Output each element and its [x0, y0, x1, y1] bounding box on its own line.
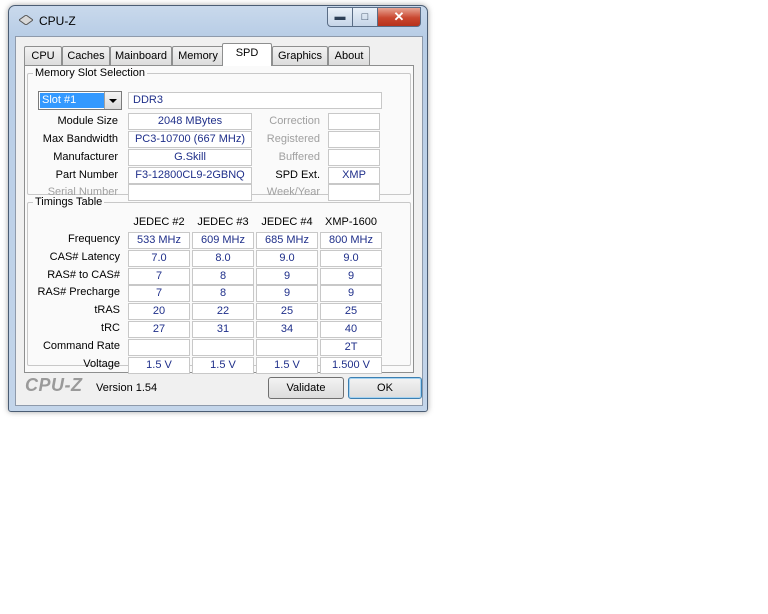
timings-cell: 9.0	[256, 249, 318, 267]
timings-cell: 1.500 V	[320, 356, 382, 374]
timings-cell: 609 MHz	[192, 232, 254, 249]
timings-cell	[192, 338, 254, 356]
maximize-icon: □	[361, 11, 369, 23]
timings-column-header: JEDEC #4	[261, 216, 313, 228]
max-bandwidth-value: PC3-10700 (667 MHz)	[128, 131, 252, 148]
timings-row-label: RAS# Precharge	[37, 286, 120, 299]
memory-type-value: DDR3	[128, 92, 382, 109]
memory-slot-group: Memory Slot Selection Slot #1 DDR3 Modul…	[27, 67, 411, 201]
timings-cell: 9.0	[320, 249, 382, 267]
version-label: Version 1.54	[96, 382, 158, 394]
timings-cell: 2T	[320, 338, 382, 356]
tab-about[interactable]: About	[328, 46, 370, 65]
timings-row-label: RAS# to CAS#	[47, 268, 120, 281]
max-bandwidth-label: Max Bandwidth	[42, 133, 118, 145]
close-button[interactable]: ✕	[378, 7, 421, 27]
timings-cell: 1.5 V	[256, 356, 318, 374]
timings-row-label: CAS# Latency	[49, 250, 120, 263]
registered-value	[328, 131, 380, 148]
timings-cell: 8	[192, 285, 254, 303]
timings-row-label: Frequency	[68, 233, 120, 245]
manufacturer-value: G.Skill	[128, 149, 252, 166]
correction-label: Correction	[269, 115, 320, 127]
timings-row-label: Voltage	[83, 357, 120, 370]
timings-cell: 25	[256, 303, 318, 321]
timings-cell	[128, 338, 190, 356]
module-size-value: 2048 MBytes	[128, 113, 252, 130]
timings-cell: 7.0	[128, 249, 190, 267]
part-number-value: F3-12800CL9-2GBNQ	[128, 167, 252, 184]
tab-cpu[interactable]: CPU	[24, 46, 62, 65]
client-area: CPU Caches Mainboard Memory SPD Graphics…	[15, 36, 423, 406]
timings-cell: 9	[320, 267, 382, 285]
timings-cell: 34	[256, 321, 318, 338]
module-size-label: Module Size	[57, 115, 118, 127]
correction-value	[328, 113, 380, 130]
timings-cell	[256, 338, 318, 356]
tab-spd[interactable]: SPD	[222, 43, 272, 66]
caption-buttons: ▬ □ ✕	[327, 7, 421, 27]
slot-select-value: Slot #1	[40, 93, 104, 108]
timings-cell: 22	[192, 303, 254, 321]
validate-button[interactable]: Validate	[268, 377, 344, 399]
slot-select[interactable]: Slot #1	[38, 91, 122, 110]
cpuz-window: CPU-Z ▬ □ ✕ CPU Caches Mainboard Memory …	[8, 5, 428, 412]
timings-cell: 20	[128, 303, 190, 321]
timings-cell: 31	[192, 321, 254, 338]
timings-cell: 8.0	[192, 249, 254, 267]
timings-cell: 27	[128, 321, 190, 338]
maximize-button[interactable]: □	[353, 7, 378, 27]
timings-cell: 1.5 V	[128, 356, 190, 374]
timings-cell: 9	[256, 267, 318, 285]
close-icon: ✕	[393, 9, 405, 24]
timings-row-label: Command Rate	[42, 339, 120, 352]
memory-slot-legend: Memory Slot Selection	[35, 67, 146, 79]
timings-cell: 9	[320, 285, 382, 303]
cpuz-logo: CPU-Z	[25, 375, 83, 395]
buffered-value	[328, 149, 380, 166]
spd-ext-label: SPD Ext.	[275, 169, 320, 181]
timings-column-header: JEDEC #3	[197, 216, 249, 228]
ok-button[interactable]: OK	[348, 377, 422, 399]
timings-cell: 9	[256, 285, 318, 303]
timings-row-label: tRC	[101, 322, 120, 334]
part-number-label: Part Number	[55, 169, 118, 181]
timings-cell: 8	[192, 267, 254, 285]
tab-mainboard[interactable]: Mainboard	[110, 46, 172, 65]
registered-label: Registered	[266, 133, 320, 145]
timings-column-header: XMP-1600	[325, 216, 377, 228]
timings-cell: 800 MHz	[320, 232, 382, 249]
timings-cell: 1.5 V	[192, 356, 254, 374]
timings-group: Timings Table JEDEC #2 JEDEC #3 JEDEC #4 XM…	[27, 196, 411, 374]
dropdown-arrow-icon[interactable]	[104, 92, 121, 109]
buffered-label: Buffered	[278, 151, 320, 163]
timings-column-header: JEDEC #2	[133, 216, 185, 228]
tab-caches[interactable]: Caches	[62, 46, 110, 65]
timings-cell: 533 MHz	[128, 232, 190, 249]
timings-row-label: tRAS	[94, 304, 120, 317]
timings-cell: 7	[128, 285, 190, 303]
spd-panel: Memory Slot Selection Slot #1 DDR3 Modul…	[24, 65, 414, 374]
timings-cell: 7	[128, 267, 190, 285]
timings-legend: Timings Table	[35, 196, 103, 208]
timings-cell: 685 MHz	[256, 232, 318, 249]
timings-cell: 25	[320, 303, 382, 321]
tab-memory[interactable]: Memory	[172, 46, 224, 65]
minimize-icon: ▬	[334, 11, 346, 23]
minimize-button[interactable]: ▬	[327, 7, 353, 27]
tab-graphics[interactable]: Graphics	[272, 46, 328, 65]
manufacturer-label: Manufacturer	[53, 151, 118, 163]
window-title: CPU-Z	[39, 14, 76, 28]
timings-cell: 40	[320, 321, 382, 338]
app-icon	[19, 15, 33, 25]
spd-ext-value: XMP	[328, 167, 380, 184]
